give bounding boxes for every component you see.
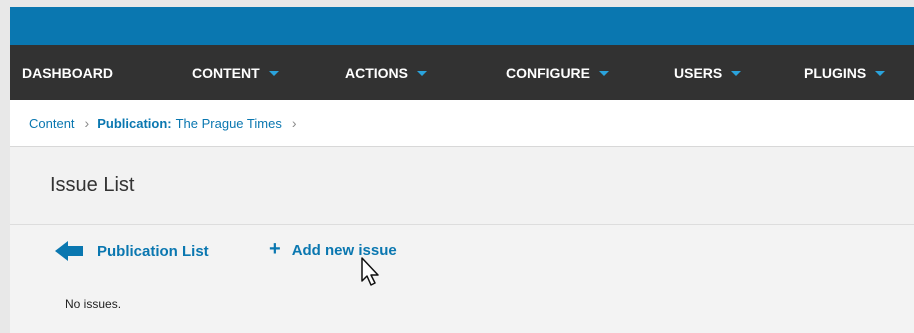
plus-icon: + bbox=[269, 238, 281, 260]
nav-content[interactable]: CONTENT bbox=[192, 45, 279, 100]
nav-actions[interactable]: ACTIONS bbox=[345, 45, 427, 100]
chevron-right-icon: › bbox=[291, 115, 297, 131]
nav-dashboard[interactable]: DASHBOARD bbox=[22, 45, 113, 100]
chevron-down-icon bbox=[875, 71, 886, 76]
publication-list-link[interactable]: Publication List bbox=[55, 241, 209, 261]
app-frame: DASHBOARD CONTENT ACTIONS CONFIGURE USER… bbox=[10, 7, 914, 333]
breadcrumb-publication-label: Publication: bbox=[97, 115, 172, 131]
nav-configure-label: CONFIGURE bbox=[506, 64, 590, 81]
arrow-left-icon bbox=[55, 241, 85, 261]
main-navigation: DASHBOARD CONTENT ACTIONS CONFIGURE USER… bbox=[10, 45, 914, 100]
nav-content-label: CONTENT bbox=[192, 64, 260, 81]
nav-plugins[interactable]: PLUGINS bbox=[804, 45, 886, 100]
publication-list-label: Publication List bbox=[97, 242, 209, 260]
page-title: Issue List bbox=[50, 174, 135, 196]
chevron-right-icon: › bbox=[84, 115, 90, 131]
add-new-issue-label: Add new issue bbox=[291, 241, 397, 259]
breadcrumb: Content › Publication: The Prague Times … bbox=[10, 100, 914, 147]
breadcrumb-publication-link[interactable]: The Prague Times bbox=[176, 116, 282, 131]
chevron-down-icon bbox=[268, 71, 279, 76]
nav-actions-label: ACTIONS bbox=[345, 64, 408, 81]
page-header: Issue List bbox=[10, 147, 914, 225]
nav-plugins-label: PLUGINS bbox=[804, 64, 867, 81]
breadcrumb-content-link[interactable]: Content bbox=[29, 116, 75, 131]
nav-users[interactable]: USERS bbox=[674, 45, 742, 100]
chevron-down-icon bbox=[731, 71, 742, 76]
add-new-issue-link[interactable]: + Add new issue bbox=[269, 238, 397, 260]
nav-users-label: USERS bbox=[674, 64, 723, 81]
chevron-down-icon bbox=[417, 71, 427, 76]
nav-configure[interactable]: CONFIGURE bbox=[506, 45, 609, 100]
arrow-shaft bbox=[67, 246, 83, 256]
chevron-down-icon bbox=[599, 71, 609, 76]
nav-dashboard-label: DASHBOARD bbox=[22, 64, 113, 81]
empty-issues-message: No issues. bbox=[65, 297, 122, 311]
top-brand-bar bbox=[10, 7, 914, 45]
issue-list-content: Publication List + Add new issue No issu… bbox=[10, 225, 914, 333]
